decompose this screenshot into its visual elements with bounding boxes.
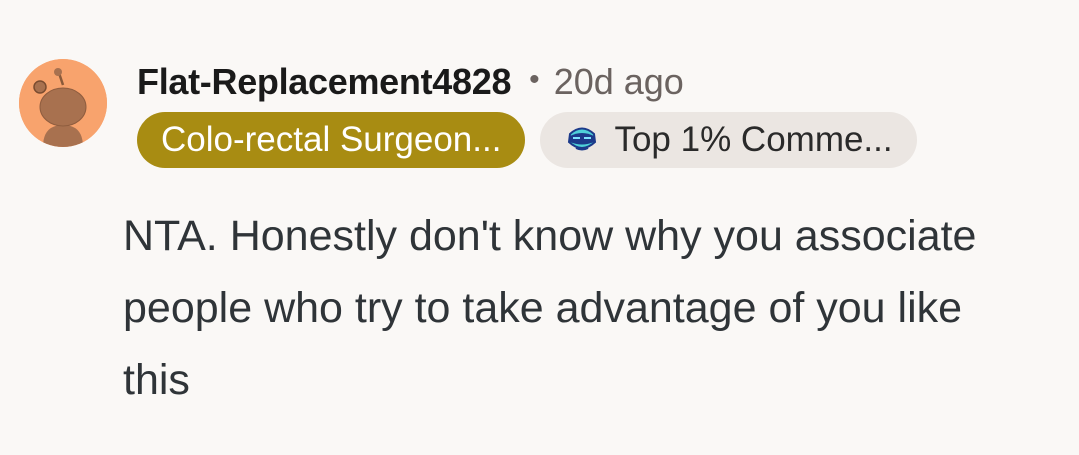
flair-row: Colo-rectal Surgeon... Top 1% Comme... <box>137 111 917 169</box>
comment: Flat-Replacement4828 • 20d ago Colo-rect… <box>0 0 1079 455</box>
snoo-avatar-icon[interactable] <box>19 59 107 147</box>
comment-timestamp: 20d ago <box>553 61 684 102</box>
user-flair[interactable]: Colo-rectal Surgeon... <box>137 112 526 168</box>
achievement-flair[interactable]: Top 1% Comme... <box>540 112 917 168</box>
user-flair-label: Colo-rectal Surgeon... <box>161 120 502 159</box>
author-username[interactable]: Flat-Replacement4828 <box>137 61 511 103</box>
comment-body: NTA. Honestly don't know why you associa… <box>123 212 977 404</box>
meta-separator: • <box>529 63 540 96</box>
top-commenter-icon <box>562 120 602 160</box>
achievement-flair-label: Top 1% Comme... <box>614 120 893 159</box>
comment-header: Flat-Replacement4828 • 20d ago <box>137 58 684 106</box>
